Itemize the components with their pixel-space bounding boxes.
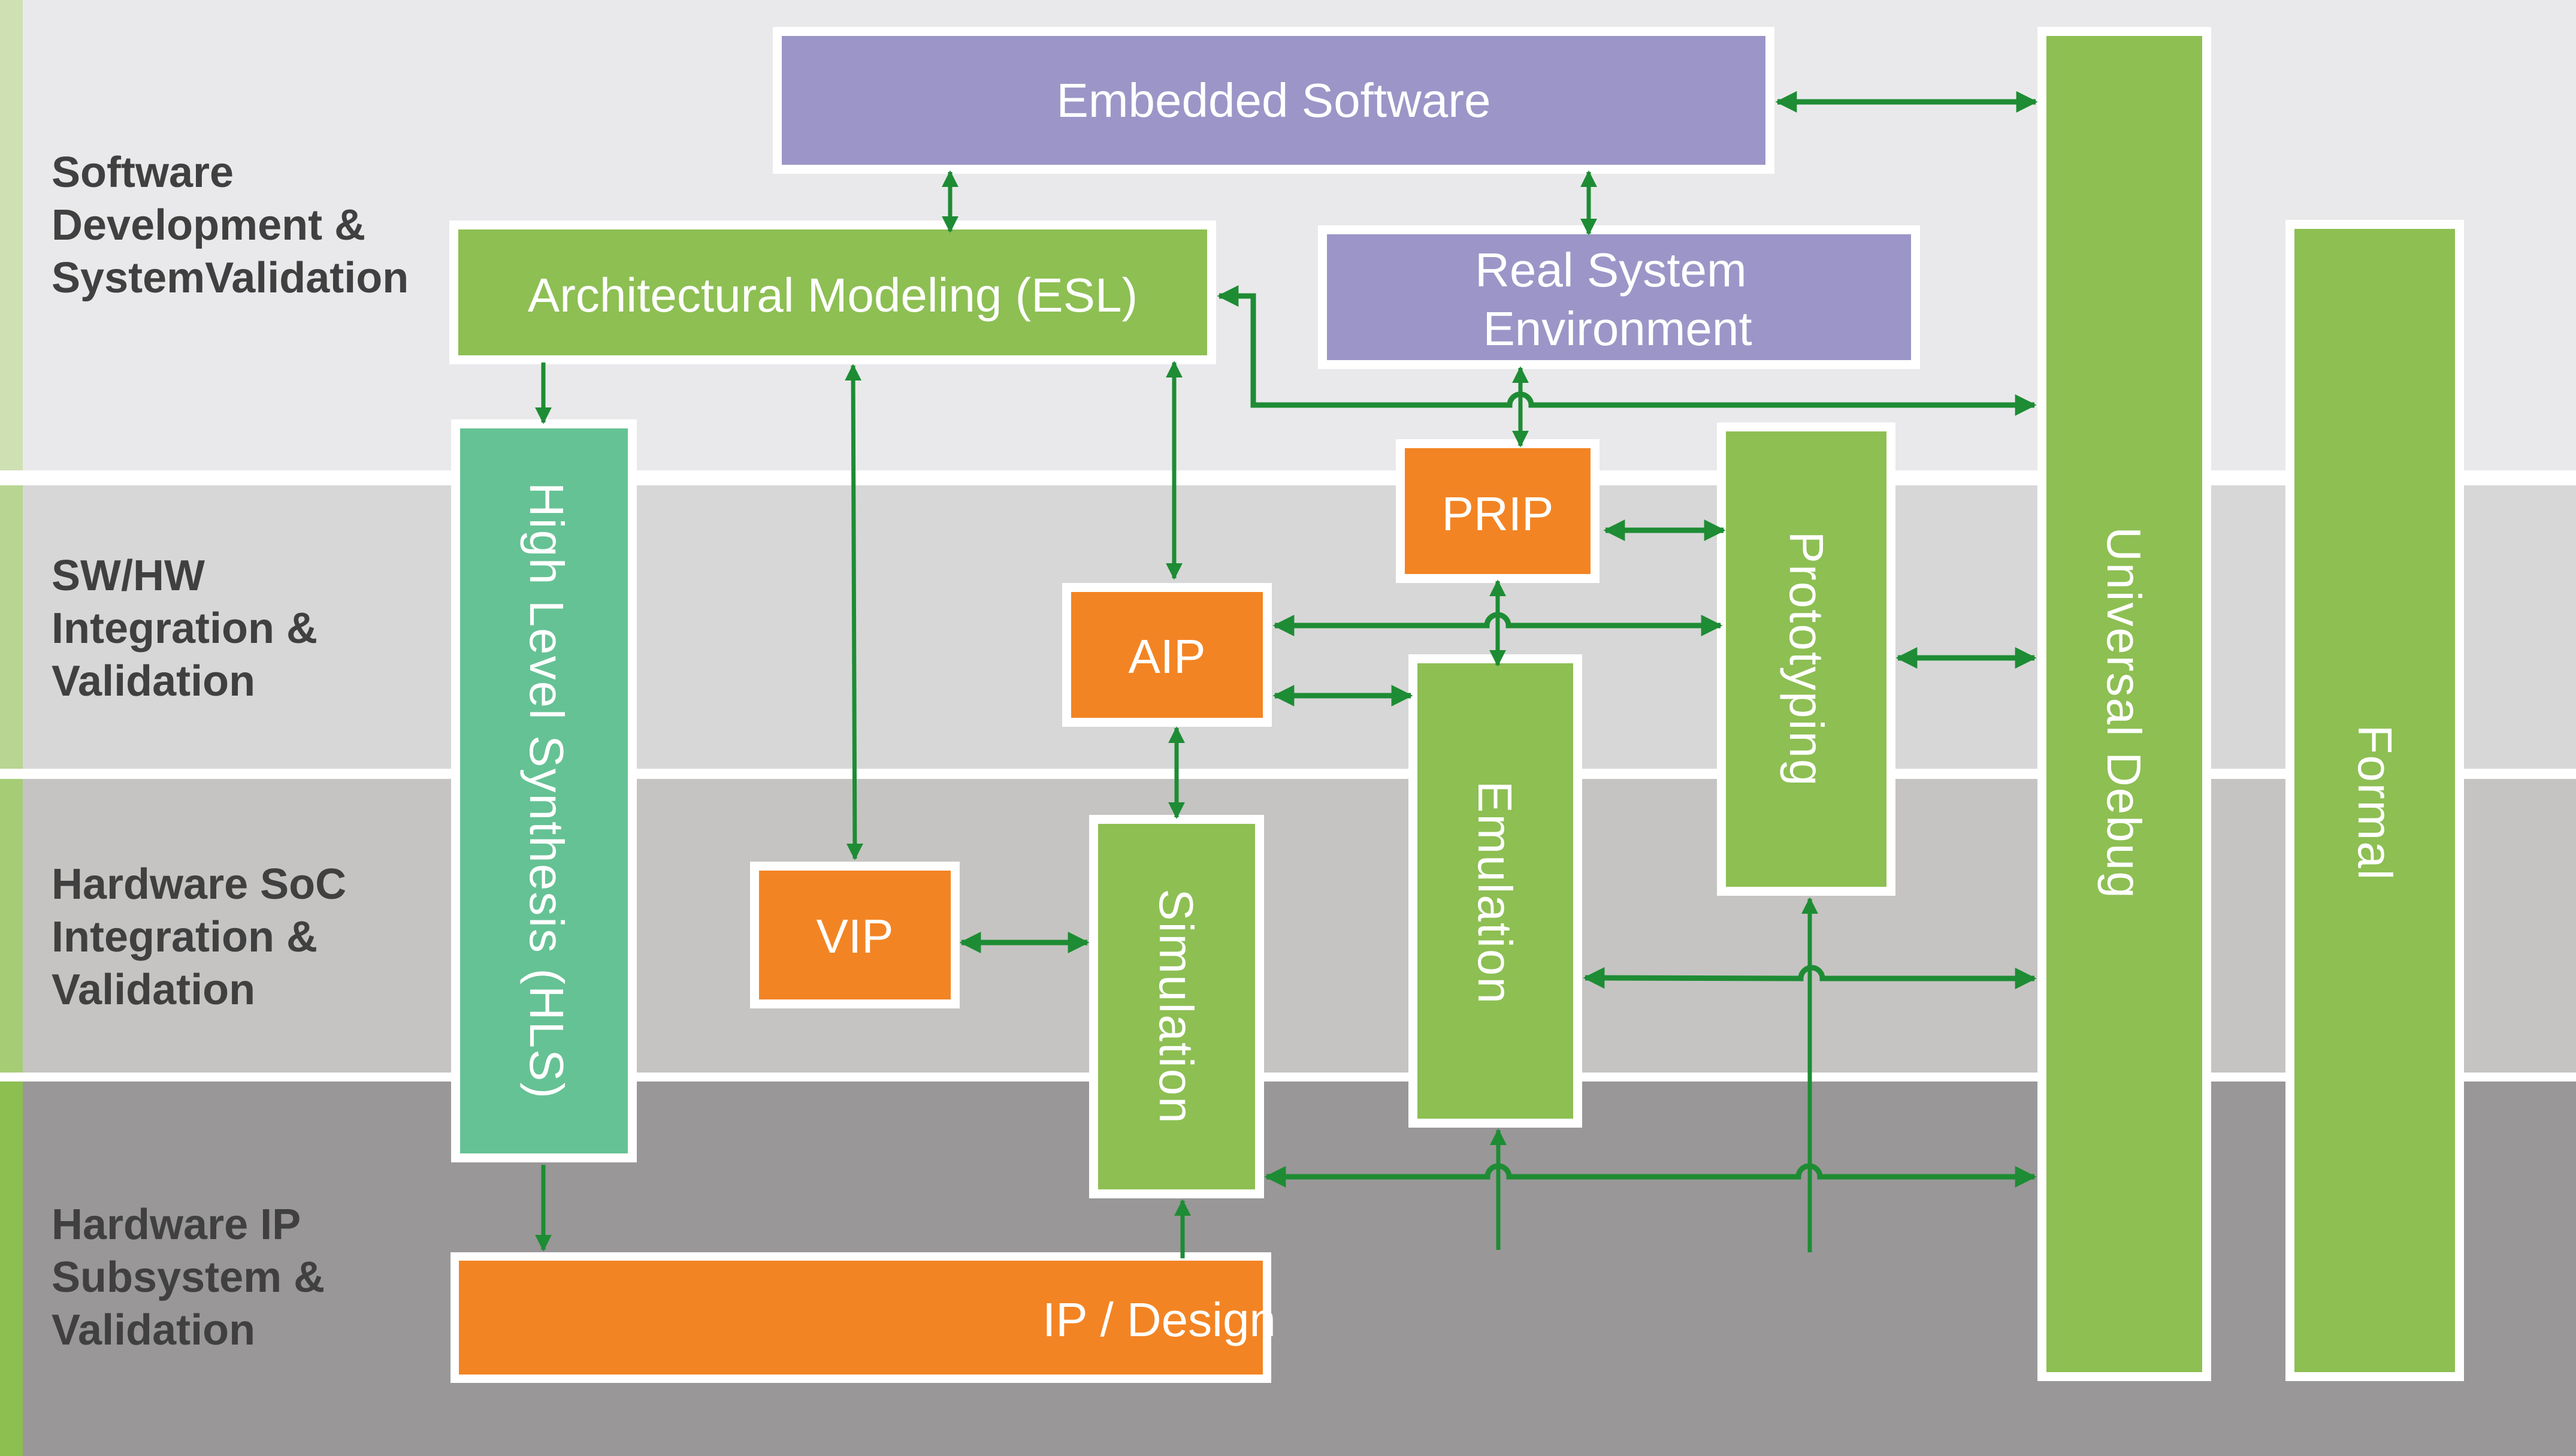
band-accent (0, 1082, 23, 1456)
box-label: IP / Design (1042, 1293, 1276, 1346)
box-label: Universal Debug (2097, 527, 2151, 899)
box-label: Emulation (1468, 781, 1522, 1005)
box-label: Prototyping (1780, 531, 1833, 787)
band-label-line: Integration & (52, 913, 318, 961)
verification-flow-diagram: Software Development & SystemValidation … (0, 0, 2576, 1456)
band-accent (0, 779, 23, 1073)
box-simulation[interactable]: Simulation (1089, 815, 1264, 1198)
band-label-line: Software (52, 149, 234, 197)
box-label: VIP (817, 910, 894, 963)
box-real-system-environment[interactable]: Real System Environment (1318, 225, 1920, 369)
band-label-line: Integration & (52, 605, 318, 653)
band-label-line: Subsystem & (52, 1253, 325, 1301)
box-ip-design[interactable]: IP / Design (451, 1252, 1276, 1383)
box-embedded-software[interactable]: Embedded Software (773, 27, 1774, 174)
band-label-line: Validation (52, 1306, 255, 1354)
box-label: Embedded Software (1057, 74, 1491, 127)
box-label: Architectural Modeling (ESL) (528, 268, 1138, 322)
band-accent (0, 0, 23, 470)
box-prototyping[interactable]: Prototyping (1717, 422, 1895, 896)
box-label: Simulation (1150, 889, 1203, 1125)
box-label-line: Real System (1475, 243, 1746, 297)
box-aip[interactable]: AIP (1062, 583, 1272, 727)
band-label-line: SW/HW (52, 552, 205, 600)
connector-architectural-vip (845, 364, 863, 860)
band-label-line: Hardware SoC (52, 860, 346, 908)
band-label-line: Hardware IP (52, 1201, 300, 1249)
band-accent (0, 485, 23, 769)
box-architectural-modeling[interactable]: Architectural Modeling (ESL) (449, 220, 1216, 364)
band-label-line: Validation (52, 657, 255, 705)
box-high-level-synthesis[interactable]: High Level Synthesis (HLS) (451, 419, 637, 1162)
box-prip[interactable]: PRIP (1396, 439, 1600, 583)
band-label-line: SystemValidation (52, 254, 409, 302)
box-formal[interactable]: Formal (2285, 220, 2464, 1381)
box-universal-debug[interactable]: Universal Debug (2037, 27, 2211, 1381)
box-label: Formal (2348, 725, 2402, 881)
box-emulation[interactable]: Emulation (1408, 654, 1582, 1128)
box-label: High Level Synthesis (HLS) (520, 482, 573, 1099)
box-vip[interactable]: VIP (750, 862, 960, 1008)
band-label-line: Development & (52, 201, 365, 249)
band-label-line: Validation (52, 966, 255, 1014)
box-label: PRIP (1442, 487, 1554, 540)
box-label: AIP (1129, 630, 1206, 683)
box-label-line: Environment (1483, 302, 1752, 355)
